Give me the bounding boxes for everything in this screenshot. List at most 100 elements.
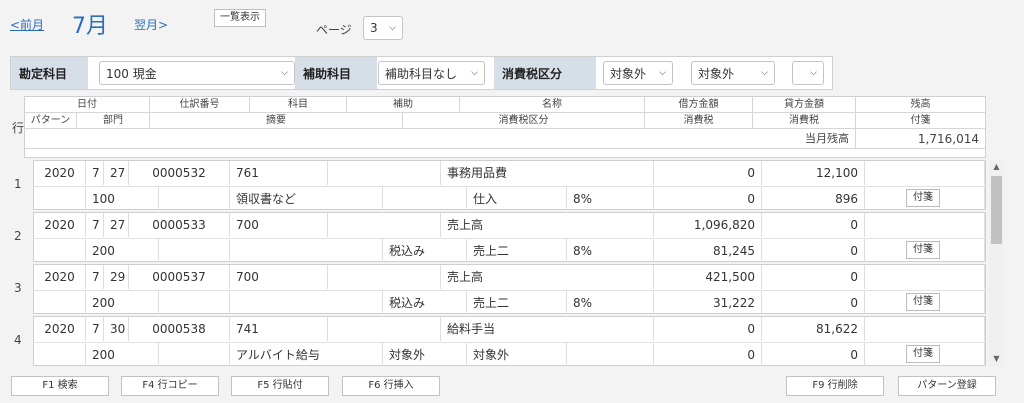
page-select[interactable]: 3 ⌵	[363, 16, 403, 40]
cell-balance[interactable]	[865, 317, 985, 341]
journal-entry-row[interactable]: 2020 7 30 0000538 741 給料手当 0 81,622 200 アルバイト給与 対象…	[33, 316, 986, 366]
cell-day[interactable]: 29	[104, 265, 129, 289]
cell-day[interactable]: 27	[104, 161, 129, 185]
cell-year[interactable]: 2020	[34, 317, 86, 341]
scroll-up-icon[interactable]: ▲	[989, 160, 1004, 174]
cell-name[interactable]: 事務用品費	[441, 161, 654, 185]
cell-sub[interactable]	[328, 317, 441, 341]
cell-name[interactable]: 給料手当	[441, 317, 654, 341]
cell-number[interactable]: 0000537	[129, 265, 230, 289]
tax-class-select-2[interactable]: 対象外 ⌵	[691, 61, 775, 85]
cell-balance[interactable]	[865, 161, 985, 185]
cell-year[interactable]: 2020	[34, 213, 86, 237]
cell-number[interactable]: 0000538	[129, 317, 230, 341]
cell-name[interactable]: 売上高	[441, 265, 654, 289]
cell-tax-mode[interactable]: 税込み	[383, 238, 467, 262]
cell-month[interactable]: 7	[86, 317, 104, 341]
cell-credit-tax[interactable]: 896	[762, 186, 865, 210]
cell-month[interactable]: 7	[86, 213, 104, 237]
cell-day[interactable]: 30	[104, 317, 129, 341]
cell-debit-tax[interactable]: 81,245	[654, 238, 762, 262]
scrollbar[interactable]: ▲ ▼	[989, 160, 1004, 366]
scrollbar-thumb[interactable]	[991, 176, 1002, 244]
cell-dept[interactable]: 200	[86, 290, 159, 314]
cell-balance[interactable]	[865, 213, 985, 237]
sticky-note-button[interactable]: 付箋	[906, 345, 940, 363]
next-month-link[interactable]: 翌月>	[134, 16, 168, 33]
cell-balance[interactable]	[865, 265, 985, 289]
delete-row-button[interactable]: F9 行削除	[786, 376, 884, 396]
cell-rate[interactable]: 8%	[567, 238, 654, 262]
paste-row-button[interactable]: F5 行貼付	[231, 376, 329, 396]
cell-debit-tax[interactable]: 31,222	[654, 290, 762, 314]
cell-year[interactable]: 2020	[34, 265, 86, 289]
cell-dept[interactable]: 100	[86, 186, 159, 210]
cell-sub[interactable]	[328, 265, 441, 289]
prev-month-link[interactable]: <前月	[10, 16, 44, 33]
cell-rate[interactable]	[567, 342, 654, 366]
cell-spacer[interactable]	[159, 290, 230, 314]
scroll-down-icon[interactable]: ▼	[989, 352, 1004, 366]
sticky-note-button[interactable]: 付箋	[906, 241, 940, 259]
cell-spacer[interactable]	[159, 186, 230, 210]
cell-debit[interactable]: 0	[654, 317, 762, 341]
cell-debit-tax[interactable]: 0	[654, 186, 762, 210]
cell-credit-tax[interactable]: 0	[762, 290, 865, 314]
sticky-note-button[interactable]: 付箋	[906, 293, 940, 311]
cell-memo[interactable]	[230, 290, 383, 314]
cell-month[interactable]: 7	[86, 265, 104, 289]
sticky-note-button[interactable]: 付箋	[906, 189, 940, 207]
cell-day[interactable]: 27	[104, 213, 129, 237]
cell-name[interactable]: 売上高	[441, 213, 654, 237]
cell-tax-class[interactable]: 対象外	[467, 342, 567, 366]
insert-row-button[interactable]: F6 行挿入	[342, 376, 440, 396]
cell-spacer[interactable]	[159, 342, 230, 366]
search-button[interactable]: F1 検索	[11, 376, 109, 396]
cell-debit[interactable]: 421,500	[654, 265, 762, 289]
journal-entry-row[interactable]: 2020 7 27 0000533 700 売上高 1,096,820 0 200 税込み 売上二 8…	[33, 212, 986, 262]
copy-row-button[interactable]: F4 行コピー	[121, 376, 219, 396]
cell-credit[interactable]: 12,100	[762, 161, 865, 185]
cell-credit-tax[interactable]: 0	[762, 342, 865, 366]
cell-number[interactable]: 0000532	[129, 161, 230, 185]
cell-tax-class[interactable]: 仕入	[467, 186, 567, 210]
account-select[interactable]: 100 現金 ⌵	[99, 61, 295, 85]
cell-number[interactable]: 0000533	[129, 213, 230, 237]
cell-spacer[interactable]	[159, 238, 230, 262]
cell-account[interactable]: 761	[230, 161, 328, 185]
journal-entry-row[interactable]: 2020 7 27 0000532 761 事務用品費 0 12,100 100 領収書など 仕入 8…	[33, 160, 986, 210]
cell-account[interactable]: 741	[230, 317, 328, 341]
cell-debit-tax[interactable]: 0	[654, 342, 762, 366]
cell-pattern[interactable]	[34, 186, 86, 210]
cell-dept[interactable]: 200	[86, 238, 159, 262]
cell-sub[interactable]	[328, 161, 441, 185]
cell-credit[interactable]: 81,622	[762, 317, 865, 341]
cell-pattern[interactable]	[34, 290, 86, 314]
cell-year[interactable]: 2020	[34, 161, 86, 185]
cell-credit-tax[interactable]: 0	[762, 238, 865, 262]
cell-credit[interactable]: 0	[762, 265, 865, 289]
cell-dept[interactable]: 200	[86, 342, 159, 366]
cell-memo[interactable]	[230, 238, 383, 262]
register-pattern-button[interactable]: パターン登録	[898, 376, 996, 396]
sub-account-select[interactable]: 補助科目なし ⌵	[378, 61, 485, 85]
cell-credit[interactable]: 0	[762, 213, 865, 237]
cell-memo[interactable]: アルバイト給与	[230, 342, 383, 366]
cell-tax-mode[interactable]: 対象外	[383, 342, 467, 366]
cell-account[interactable]: 700	[230, 265, 328, 289]
cell-debit[interactable]: 1,096,820	[654, 213, 762, 237]
cell-tax-class[interactable]: 売上二	[467, 238, 567, 262]
cell-month[interactable]: 7	[86, 161, 104, 185]
cell-rate[interactable]: 8%	[567, 186, 654, 210]
tax-class-select-3[interactable]: ⌵	[792, 61, 824, 85]
cell-sub[interactable]	[328, 213, 441, 237]
list-view-button[interactable]: 一覧表示	[214, 9, 266, 27]
cell-tax-mode[interactable]: 税込み	[383, 290, 467, 314]
cell-account[interactable]: 700	[230, 213, 328, 237]
cell-tax-mode[interactable]	[383, 186, 467, 210]
cell-pattern[interactable]	[34, 342, 86, 366]
cell-tax-class[interactable]: 売上二	[467, 290, 567, 314]
tax-class-select-1[interactable]: 対象外 ⌵	[603, 61, 673, 85]
cell-rate[interactable]: 8%	[567, 290, 654, 314]
cell-pattern[interactable]	[34, 238, 86, 262]
